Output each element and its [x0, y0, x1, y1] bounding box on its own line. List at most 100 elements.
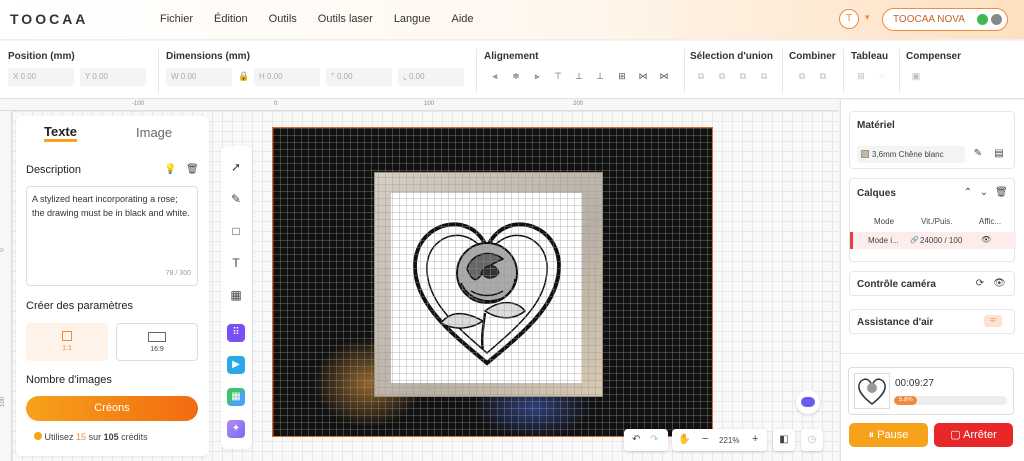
- menu-outils[interactable]: Outils: [269, 13, 297, 25]
- ruler-tick: 100: [0, 396, 7, 408]
- undo-icon[interactable]: ↶: [632, 434, 640, 445]
- eye-icon[interactable]: 👁: [993, 278, 1006, 290]
- position-y-field[interactable]: Y 0.00: [80, 68, 146, 86]
- job-time: 00:09:27: [895, 378, 934, 389]
- ruler-tick: -100: [132, 101, 145, 107]
- ruler-left: 0 100: [0, 111, 12, 461]
- menu-langue[interactable]: Langue: [394, 13, 431, 25]
- stop-button[interactable]: ▢ Arrêter: [934, 423, 1013, 447]
- image-library-icon[interactable]: ▶: [227, 356, 245, 374]
- distribute-h-icon[interactable]: ⋈: [638, 71, 648, 81]
- char-counter: 78 / 300: [166, 267, 191, 281]
- skew-field[interactable]: ⌞ 0.00: [398, 68, 464, 86]
- canvas-grid: [273, 128, 712, 436]
- align-left-icon[interactable]: ⫷: [490, 71, 500, 81]
- trash-icon[interactable]: 🗑: [186, 164, 199, 176]
- menu-aide[interactable]: Aide: [452, 13, 474, 25]
- subtract-icon[interactable]: ⧉: [717, 71, 727, 81]
- circular-array-icon[interactable]: ◌: [877, 71, 887, 81]
- pen-icon[interactable]: ✎: [227, 190, 245, 208]
- material-selector[interactable]: 3,6mm Chêne blanc: [857, 146, 965, 163]
- split-icon[interactable]: ⧉: [818, 71, 828, 81]
- ratio-16-9-option[interactable]: 16:9: [116, 323, 198, 361]
- clock-icon[interactable]: ◷: [801, 429, 823, 451]
- align-center-h-icon[interactable]: ≑: [511, 71, 521, 81]
- menu-outils-laser[interactable]: Outils laser: [318, 13, 373, 25]
- alignment-group: Alignement: [484, 51, 538, 62]
- zoom-out-icon[interactable]: −: [702, 433, 708, 445]
- rotation-field[interactable]: ⌜ 0.00: [326, 68, 392, 86]
- union-icon[interactable]: ⧉: [696, 71, 706, 81]
- preview-icon[interactable]: ◧: [773, 429, 795, 451]
- material-title: Matériel: [857, 120, 895, 131]
- chevron-down-icon[interactable]: ▾: [865, 12, 870, 23]
- intersect-icon[interactable]: ⧉: [738, 71, 748, 81]
- align-top-icon[interactable]: ⊤: [553, 71, 563, 81]
- combine-icon[interactable]: ⧉: [797, 71, 807, 81]
- material-card: Matériel 3,6mm Chêne blanc ✎ ▤: [849, 111, 1015, 169]
- exclude-icon[interactable]: ⧉: [759, 71, 769, 81]
- width-field[interactable]: W 0.00: [166, 68, 232, 86]
- description-input[interactable]: A stylized heart incorporating a rose; t…: [26, 186, 198, 286]
- credits-mid: sur: [88, 432, 102, 442]
- align-grid-icon[interactable]: ⊞: [617, 71, 627, 81]
- device-selector[interactable]: TOOCAA NOVA: [882, 8, 1008, 31]
- tab-image[interactable]: Image: [136, 125, 172, 140]
- user-avatar[interactable]: T: [839, 9, 859, 29]
- credits-info: Utilisez 15 sur 105 crédits: [34, 432, 148, 442]
- select-cursor-icon[interactable]: ➚: [227, 158, 245, 176]
- job-progress-bar: 5.8%: [894, 396, 1007, 405]
- image-count-title: Nombre d'images: [26, 374, 112, 386]
- union-group: Sélection d'union: [690, 51, 773, 62]
- credits-used: 15: [76, 432, 87, 442]
- distribute-v-icon[interactable]: ⋈: [659, 71, 669, 81]
- zoom-in-icon[interactable]: +: [752, 433, 758, 445]
- description-title: Description: [26, 164, 82, 176]
- shape-icon[interactable]: □: [227, 222, 245, 240]
- align-bottom-icon[interactable]: ⊥: [595, 71, 605, 81]
- align-middle-icon[interactable]: ⊥: [574, 71, 584, 81]
- position-group: Position (mm): [8, 51, 75, 62]
- dimensions-group: Dimensions (mm): [166, 51, 250, 62]
- credits-prefix: Utilisez: [44, 432, 74, 442]
- redo-icon[interactable]: ↷: [650, 434, 658, 445]
- trash-icon[interactable]: 🗑: [995, 187, 1008, 199]
- ratio-1-1-option[interactable]: 1:1: [26, 323, 108, 361]
- layer-row[interactable]: Mode i... 🔗 24000 / 100 👁: [850, 232, 1016, 249]
- align-right-icon[interactable]: ⫸: [532, 71, 542, 81]
- column-show: Affic...: [979, 217, 1002, 226]
- library-icon[interactable]: ▤: [993, 148, 1005, 160]
- lock-icon[interactable]: 🔒: [238, 71, 249, 81]
- chevron-up-icon[interactable]: ⌃: [962, 187, 974, 199]
- templates-icon[interactable]: ▦: [227, 388, 245, 406]
- grid-array-icon[interactable]: ⊞: [856, 71, 866, 81]
- eye-icon[interactable]: 👁: [981, 235, 991, 244]
- assistant-icon[interactable]: [796, 390, 820, 414]
- hand-pan-icon[interactable]: ✋: [678, 434, 690, 445]
- text-tool-icon[interactable]: T: [227, 254, 245, 272]
- tab-texte[interactable]: Texte: [44, 125, 77, 142]
- chevron-down-icon[interactable]: ⌄: [978, 187, 990, 199]
- lightbulb-icon[interactable]: 💡: [164, 164, 176, 176]
- position-x-field[interactable]: X 0.00: [8, 68, 74, 86]
- height-field[interactable]: H 0.00: [254, 68, 320, 86]
- air-assist-card: Assistance d'air ≈: [849, 309, 1015, 334]
- offset-icon[interactable]: ▣: [911, 71, 921, 81]
- menu-edition[interactable]: Édition: [214, 13, 248, 25]
- air-assist-toggle-icon[interactable]: ≈: [984, 315, 1002, 327]
- pause-button[interactable]: ⏸ Pause: [849, 423, 928, 447]
- apps-icon[interactable]: ⠿: [227, 324, 245, 342]
- create-button[interactable]: Créons: [26, 396, 198, 421]
- zoom-level[interactable]: 221%: [719, 436, 739, 445]
- design-canvas[interactable]: [272, 127, 713, 437]
- camera-title: Contrôle caméra: [857, 279, 936, 290]
- refresh-icon[interactable]: ⟳: [974, 278, 986, 290]
- menu-fichier[interactable]: Fichier: [160, 13, 193, 25]
- layers-card: Calques ⌃ ⌄ 🗑 Mode Vit./Puis. Affic... M…: [849, 178, 1016, 262]
- edit-icon[interactable]: ✎: [972, 148, 984, 160]
- rotation-value: 0.00: [336, 72, 353, 81]
- qrcode-icon[interactable]: ▦: [227, 286, 245, 304]
- layer-mode: Mode i...: [868, 236, 899, 245]
- layers-title: Calques: [857, 188, 896, 199]
- ai-generate-icon[interactable]: ✦: [227, 420, 245, 438]
